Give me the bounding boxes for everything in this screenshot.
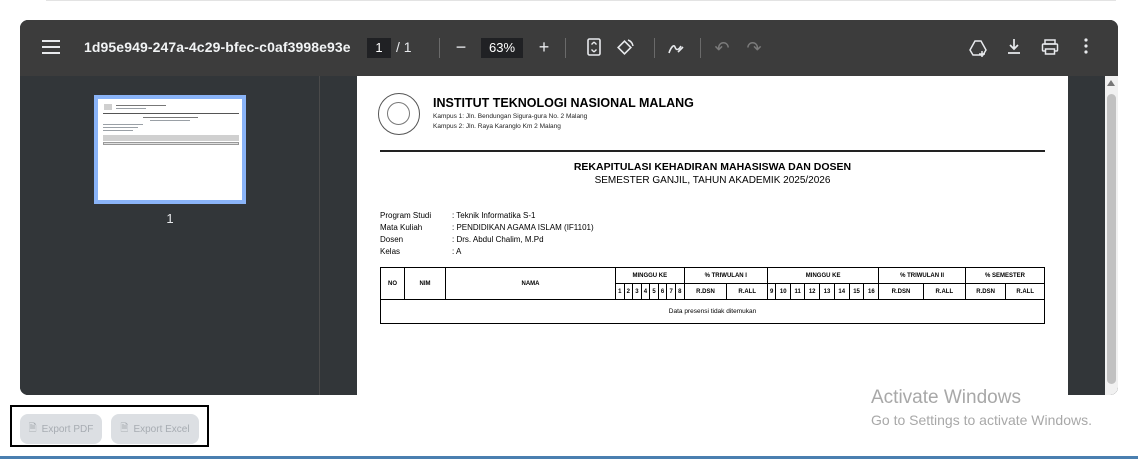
excel-file-icon: 🗎 [120,422,129,434]
pdf-file-icon: 🗎 [28,422,37,434]
info-value: : PENDIDIKAN AGAMA ISLAM (IF1101) [452,223,594,232]
viewer-toolbar: 1d95e949-247a-4c29-bfec-c0af3998e93e 1 /… [20,20,1118,76]
attendance-table: NO NIM NAMA MINGGU KE % TRIWULAN I MINGG… [380,267,1046,324]
undo-icon[interactable]: ↶ [711,38,733,58]
top-divider [46,0,1116,2]
zoom-input[interactable]: 63% [481,38,523,58]
week-cell: 15 [848,283,865,300]
pdf-viewer: 1d95e949-247a-4c29-bfec-c0af3998e93e 1 /… [20,20,1118,395]
week-cell: 9 [766,283,777,300]
vertical-scrollbar[interactable] [1105,76,1118,395]
r-dsn-cell: R.DSN [683,283,728,300]
report-title: REKAPITULASI KEHADIRAN MAHASISWA DAN DOS… [573,161,852,173]
export-pdf-label: Export PDF [41,423,94,435]
export-excel-label: Export Excel [133,423,190,435]
col-triwulan-1: % TRIWULAN I [683,267,769,284]
document-area: INSTITUT TEKNOLOGI NASIONAL MALANG Kampu… [321,76,1118,395]
scroll-thumb[interactable] [1107,94,1116,384]
col-minggu-ke: MINGGU KE [766,267,880,284]
toolbar-divider [439,38,440,58]
week-cell: 6 [657,283,668,300]
col-semester: % SEMESTER [964,267,1046,284]
week-cell: 1 [615,283,625,300]
r-all-cell: R.ALL [922,283,966,300]
rotate-icon[interactable] [614,38,636,62]
info-value: : Drs. Abdul Chalim, M.Pd [452,235,544,244]
page-number-input[interactable]: 1 [367,38,391,58]
pdf-page: INSTITUT TEKNOLOGI NASIONAL MALANG Kampu… [357,76,1068,395]
toolbar-divider [565,38,566,58]
scroll-up-arrow-icon[interactable] [1107,80,1115,86]
add-to-drive-icon[interactable] [967,38,989,62]
info-label: Dosen [380,235,404,244]
week-cell: 14 [833,283,850,300]
activation-watermark-title: Activate Windows [871,387,1021,408]
col-nim: NIM [404,267,446,300]
document-title: 1d95e949-247a-4c29-bfec-c0af3998e93e [84,39,351,55]
col-nama: NAMA [445,267,616,300]
download-icon[interactable] [1003,37,1025,59]
week-cell: 3 [632,283,642,300]
print-icon[interactable] [1039,38,1061,60]
week-cell: 16 [863,283,880,300]
week-cell: 12 [804,283,821,300]
r-all-cell: R.ALL [726,283,768,300]
campus-1-address: Kampus 1: Jln. Bendungan Sigura-gura No.… [433,113,588,120]
week-cell: 8 [674,283,685,300]
export-actions: 🗎 Export PDF 🗎 Export Excel [10,405,209,447]
week-cell: 10 [775,283,792,300]
toolbar-divider [654,38,655,58]
r-dsn-cell: R.DSN [878,283,924,300]
info-label: Kelas [380,247,401,256]
fit-page-icon[interactable] [583,38,605,60]
campus-2-address: Kampus 2: Jln. Raya Karanglo Km 2 Malang [433,123,561,130]
thumbnail-page-number: 1 [166,211,174,226]
week-cell: 11 [790,283,806,300]
col-minggu-ke: MINGGU KE [615,267,685,284]
info-label: Mata Kuliah [380,223,423,232]
info-value: : Teknik Informatika S-1 [452,211,536,220]
menu-icon[interactable] [42,40,60,54]
info-value: : A [452,247,462,256]
week-cell: 5 [649,283,659,300]
activation-watermark-subtitle: Go to Settings to activate Windows. [871,412,1092,428]
header-divider [380,150,1045,152]
week-cell: 4 [640,283,651,300]
week-cell: 13 [819,283,835,300]
more-vert-icon[interactable] [1075,38,1097,58]
institution-logo [378,93,420,135]
r-all-cell: R.ALL [1005,283,1045,300]
institution-name: INSTITUT TEKNOLOGI NASIONAL MALANG [433,96,694,110]
empty-table-message: Data presensi tidak ditemukan [380,299,1045,324]
week-cell: 7 [666,283,676,300]
col-triwulan-2: % TRIWULAN II [878,267,966,284]
minus-icon[interactable]: − [450,37,472,57]
toolbar-divider [700,38,701,58]
plus-icon[interactable]: + [533,37,555,57]
semester-label: SEMESTER GANJIL, TAHUN AKADEMIK 2025/202… [594,175,831,186]
info-label: Program Studi [380,211,432,220]
redo-icon[interactable]: ↷ [743,38,765,58]
export-pdf-button[interactable]: 🗎 Export PDF [20,414,102,444]
thumbnail-sidebar: 1 [20,76,320,395]
page-count: / 1 [396,39,412,55]
r-dsn-cell: R.DSN [964,283,1007,300]
week-cell: 2 [623,283,634,300]
page-thumbnail[interactable] [94,95,246,204]
annotate-icon[interactable] [665,38,687,62]
export-excel-button[interactable]: 🗎 Export Excel [111,414,199,444]
col-no: NO [380,267,405,300]
